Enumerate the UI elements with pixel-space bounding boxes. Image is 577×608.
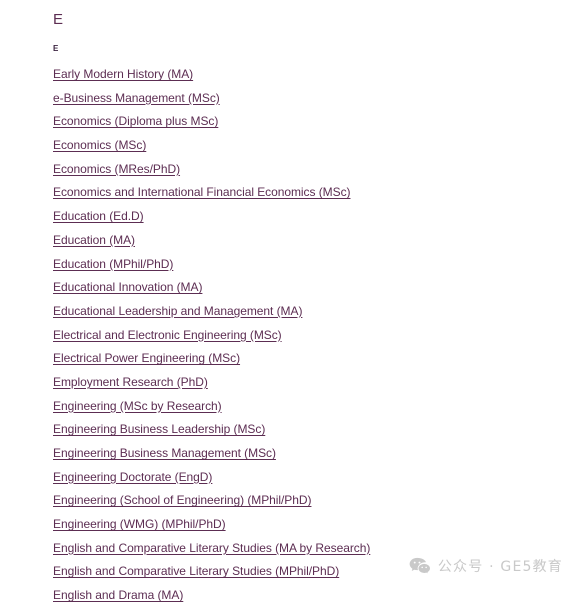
list-item: Engineering Business Management (MSc) — [53, 441, 553, 465]
list-item: Economics (MSc) — [53, 133, 553, 157]
list-item: Economics (Diploma plus MSc) — [53, 109, 553, 133]
course-link[interactable]: Engineering (School of Engineering) (MPh… — [53, 493, 312, 507]
course-link[interactable]: Engineering Business Management (MSc) — [53, 446, 276, 460]
letter-sublabel: E — [53, 44, 59, 53]
course-link[interactable]: Early Modern History (MA) — [53, 67, 193, 81]
list-item: Education (MA) — [53, 228, 553, 252]
wechat-icon — [409, 557, 431, 576]
course-link[interactable]: Engineering Doctorate (EngD) — [53, 470, 212, 484]
course-link[interactable]: English and Comparative Literary Studies… — [53, 564, 339, 578]
course-az-section: E E Early Modern History (MA) e-Business … — [53, 0, 553, 607]
list-item: Engineering (WMG) (MPhil/PhD) — [53, 512, 553, 536]
list-item: Engineering (MSc by Research) — [53, 394, 553, 418]
course-link[interactable]: Engineering (MSc by Research) — [53, 399, 222, 413]
course-link[interactable]: Employment Research (PhD) — [53, 375, 208, 389]
list-item: English and Drama (MA) — [53, 583, 553, 607]
course-link[interactable]: English and Comparative Literary Studies… — [53, 541, 370, 555]
course-link[interactable]: Education (Ed.D) — [53, 209, 144, 223]
course-link[interactable]: Educational Innovation (MA) — [53, 280, 202, 294]
course-list: Early Modern History (MA) e-Business Mana… — [53, 53, 553, 607]
list-item: Electrical and Electronic Engineering (M… — [53, 323, 553, 347]
list-item: Employment Research (PhD) — [53, 370, 553, 394]
list-item: Early Modern History (MA) — [53, 62, 553, 86]
course-link[interactable]: Educational Leadership and Management (M… — [53, 304, 302, 318]
list-item: Engineering Doctorate (EngD) — [53, 465, 553, 489]
list-item: Economics (MRes/PhD) — [53, 157, 553, 181]
list-item: Education (Ed.D) — [53, 204, 553, 228]
course-link[interactable]: Electrical Power Engineering (MSc) — [53, 351, 240, 365]
watermark-label: 公众号 · GE5教育 — [437, 559, 563, 575]
letter-heading: E — [53, 11, 64, 28]
course-link[interactable]: Engineering (WMG) (MPhil/PhD) — [53, 517, 226, 531]
course-link[interactable]: Education (MA) — [53, 233, 135, 247]
list-item: e-Business Management (MSc) — [53, 86, 553, 110]
wechat-watermark: 公众号 · GE5教育 — [409, 556, 563, 576]
course-link[interactable]: Economics (Diploma plus MSc) — [53, 114, 218, 128]
course-link[interactable]: Economics (MSc) — [53, 138, 146, 152]
course-link[interactable]: e-Business Management (MSc) — [53, 91, 220, 105]
course-link[interactable]: Economics (MRes/PhD) — [53, 162, 180, 176]
list-item: Engineering (School of Engineering) (MPh… — [53, 488, 553, 512]
list-item: Educational Innovation (MA) — [53, 275, 553, 299]
list-item: Education (MPhil/PhD) — [53, 252, 553, 276]
course-link[interactable]: English and Drama (MA) — [53, 588, 183, 602]
list-item: Educational Leadership and Management (M… — [53, 299, 553, 323]
list-item: Electrical Power Engineering (MSc) — [53, 346, 553, 370]
course-link[interactable]: Electrical and Electronic Engineering (M… — [53, 328, 282, 342]
course-link[interactable]: Education (MPhil/PhD) — [53, 257, 173, 271]
course-link[interactable]: Engineering Business Leadership (MSc) — [53, 422, 265, 436]
course-link[interactable]: Economics and International Financial Ec… — [53, 185, 351, 199]
list-item: Economics and International Financial Ec… — [53, 180, 553, 204]
list-item: Engineering Business Leadership (MSc) — [53, 417, 553, 441]
